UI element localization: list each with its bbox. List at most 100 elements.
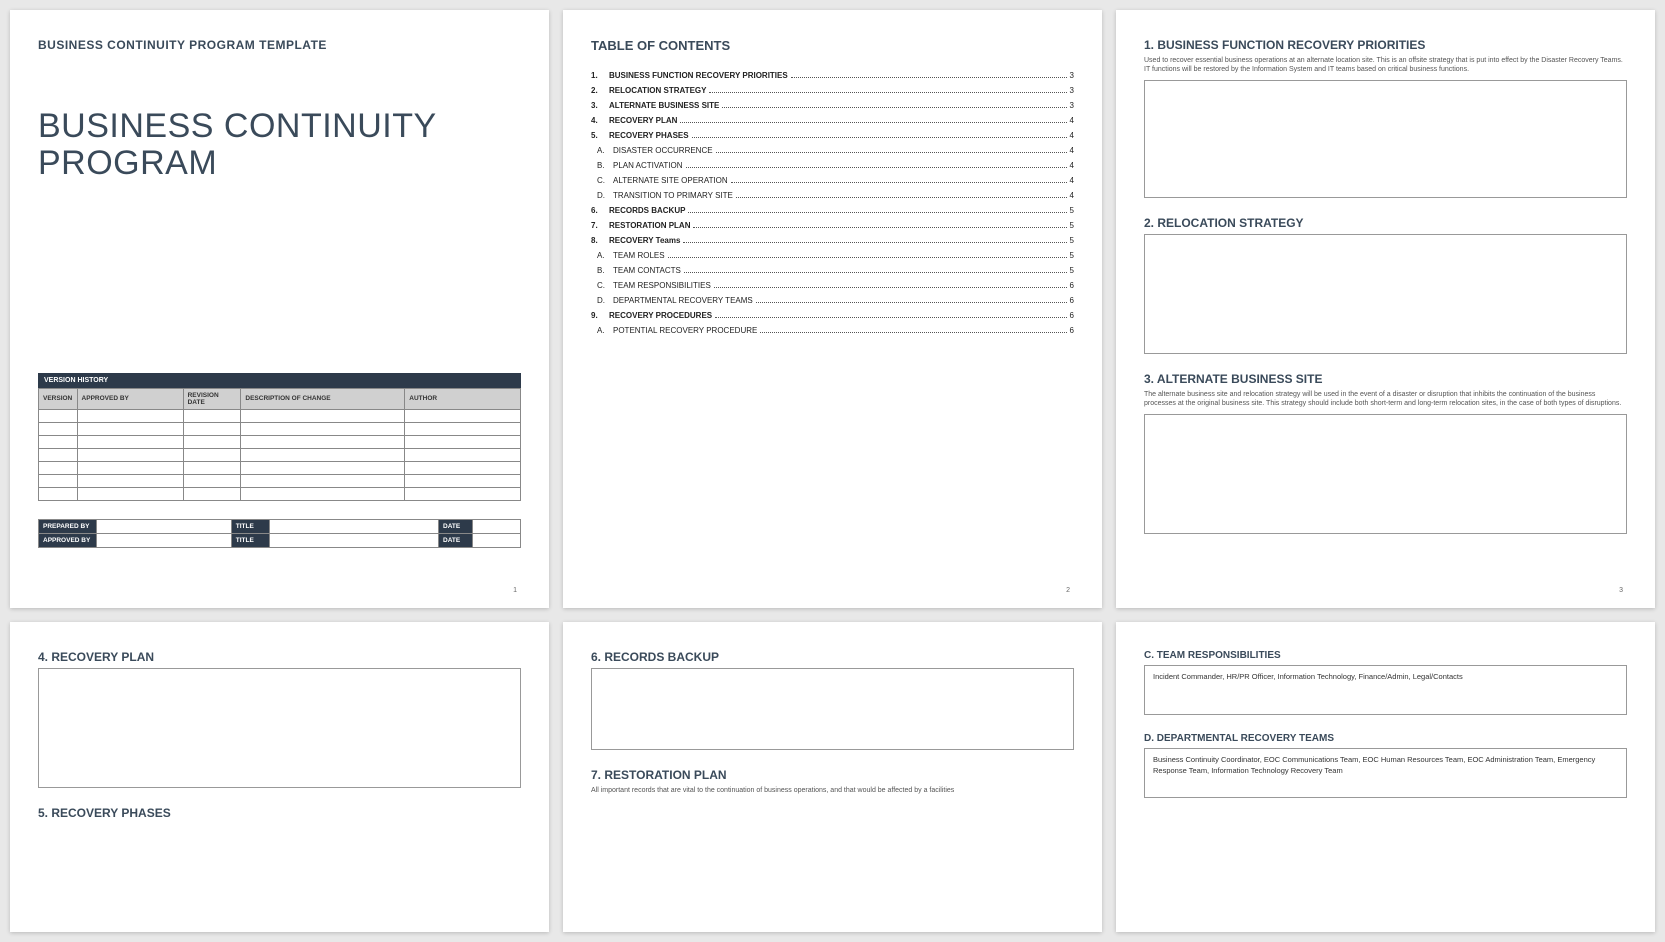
section-4-box (38, 668, 521, 788)
toc-label: TEAM ROLES (613, 251, 665, 260)
toc-item: C.TEAM RESPONSIBILITIES6 (591, 281, 1074, 290)
section-5-heading: 5. RECOVERY PHASES (38, 806, 521, 820)
label-prepared-by: PREPARED BY (39, 519, 97, 533)
toc-item: D.DEPARTMENTAL RECOVERY TEAMS6 (591, 296, 1074, 305)
toc-label: TEAM RESPONSIBILITIES (613, 281, 711, 290)
toc-dots (686, 167, 1067, 168)
toc-page: 6 (1070, 296, 1074, 305)
toc-page: 6 (1070, 281, 1074, 290)
col-version: VERSION (39, 388, 78, 409)
toc-dots (684, 272, 1067, 273)
toc-number: A. (591, 326, 613, 335)
section-1-heading: 1. BUSINESS FUNCTION RECOVERY PRIORITIES (1144, 38, 1627, 52)
toc-page: 3 (1070, 71, 1074, 80)
section-7-desc: All important records that are vital to … (591, 786, 1074, 795)
toc-page: 4 (1070, 116, 1074, 125)
section-1-box (1144, 80, 1627, 198)
toc-page: 5 (1070, 206, 1074, 215)
toc-page: 4 (1070, 161, 1074, 170)
toc-page: 3 (1070, 86, 1074, 95)
page-6: C. TEAM RESPONSIBILITIES Incident Comman… (1116, 622, 1655, 932)
toc-dots (688, 212, 1066, 213)
toc-dots (709, 92, 1066, 93)
toc-label: TEAM CONTACTS (613, 266, 681, 275)
section-d-heading: D. DEPARTMENTAL RECOVERY TEAMS (1144, 733, 1627, 744)
toc-item: 6.RECORDS BACKUP 5 (591, 206, 1074, 215)
toc-number: 3. (591, 101, 609, 110)
toc-dots (736, 197, 1067, 198)
page-2: TABLE OF CONTENTS 1.BUSINESS FUNCTION RE… (563, 10, 1102, 608)
toc-label: ALTERNATE SITE OPERATION (613, 176, 728, 185)
toc-page: 6 (1070, 311, 1074, 320)
col-revision-date: REVISION DATE (183, 388, 241, 409)
label-date-2: DATE (439, 533, 473, 547)
page-4: 4. RECOVERY PLAN 5. RECOVERY PHASES (10, 622, 549, 932)
page-number: 1 (513, 587, 517, 594)
page-3: 1. BUSINESS FUNCTION RECOVERY PRIORITIES… (1116, 10, 1655, 608)
version-history-header: VERSION HISTORY (38, 373, 521, 388)
section-3-box (1144, 414, 1627, 534)
document-title: BUSINESS CONTINUITY PROGRAM (38, 108, 521, 183)
toc-page: 4 (1070, 146, 1074, 155)
toc-page: 4 (1070, 191, 1074, 200)
section-1-desc: Used to recover essential business opera… (1144, 56, 1627, 74)
section-2-box (1144, 234, 1627, 354)
template-eyebrow: BUSINESS CONTINUITY PROGRAM TEMPLATE (38, 38, 521, 52)
toc-dots (756, 302, 1067, 303)
toc-item: D.TRANSITION TO PRIMARY SITE 4 (591, 191, 1074, 200)
label-title: TITLE (231, 519, 270, 533)
version-history-table: VERSION APPROVED BY REVISION DATE DESCRI… (38, 388, 521, 501)
toc-dots (714, 287, 1067, 288)
section-c-heading: C. TEAM RESPONSIBILITIES (1144, 650, 1627, 661)
section-6-heading: 6. RECORDS BACKUP (591, 650, 1074, 664)
toc-page: 6 (1070, 326, 1074, 335)
signature-table: PREPARED BY TITLE DATE APPROVED BY TITLE… (38, 519, 521, 548)
toc-item: 5.RECOVERY PHASES4 (591, 131, 1074, 140)
toc-item: A.TEAM ROLES5 (591, 251, 1074, 260)
col-approved-by: APPROVED BY (77, 388, 183, 409)
toc-page: 5 (1070, 266, 1074, 275)
toc-number: 8. (591, 236, 609, 245)
toc-label: BUSINESS FUNCTION RECOVERY PRIORITIES (609, 71, 788, 80)
toc-label: TRANSITION TO PRIMARY SITE (613, 191, 733, 200)
toc-number: 7. (591, 221, 609, 230)
toc-page: 4 (1070, 176, 1074, 185)
section-3-desc: The alternate business site and relocati… (1144, 390, 1627, 408)
toc-item: 7.RESTORATION PLAN 5 (591, 221, 1074, 230)
toc-number: 4. (591, 116, 609, 125)
toc-page: 3 (1070, 101, 1074, 110)
toc-label: PLAN ACTIVATION (613, 161, 683, 170)
section-3-heading: 3. ALTERNATE BUSINESS SITE (1144, 372, 1627, 386)
toc-number: D. (591, 191, 613, 200)
toc-label: RECOVERY PHASES (609, 131, 689, 140)
toc-dots (760, 332, 1066, 333)
toc-dots (722, 107, 1066, 108)
section-4-heading: 4. RECOVERY PLAN (38, 650, 521, 664)
toc-dots (791, 77, 1067, 78)
toc-dots (716, 152, 1067, 153)
toc-dots (680, 122, 1066, 123)
toc-item: 9.RECOVERY PROCEDURES6 (591, 311, 1074, 320)
toc-number: 6. (591, 206, 609, 215)
page-1: BUSINESS CONTINUITY PROGRAM TEMPLATE BUS… (10, 10, 549, 608)
toc-label: RESTORATION PLAN (609, 221, 690, 230)
toc-label: RECORDS BACKUP (609, 206, 685, 215)
toc-page: 5 (1070, 236, 1074, 245)
toc-list: 1.BUSINESS FUNCTION RECOVERY PRIORITIES 3… (591, 71, 1074, 335)
toc-dots (692, 137, 1067, 138)
section-7-heading: 7. RESTORATION PLAN (591, 768, 1074, 782)
toc-item: 2.RELOCATION STRATEGY3 (591, 86, 1074, 95)
toc-label: POTENTIAL RECOVERY PROCEDURE (613, 326, 757, 335)
section-6-box (591, 668, 1074, 750)
toc-label: RECOVERY Teams (609, 236, 680, 245)
toc-label: RECOVERY PROCEDURES (609, 311, 712, 320)
toc-item: 3.ALTERNATE BUSINESS SITE3 (591, 101, 1074, 110)
toc-item: C.ALTERNATE SITE OPERATION4 (591, 176, 1074, 185)
section-2-heading: 2. RELOCATION STRATEGY (1144, 216, 1627, 230)
toc-label: DISASTER OCCURRENCE (613, 146, 713, 155)
toc-label: RECOVERY PLAN (609, 116, 677, 125)
toc-number: 1. (591, 71, 609, 80)
toc-number: A. (591, 146, 613, 155)
section-c-box: Incident Commander, HR/PR Officer, Infor… (1144, 665, 1627, 715)
toc-page: 5 (1070, 221, 1074, 230)
